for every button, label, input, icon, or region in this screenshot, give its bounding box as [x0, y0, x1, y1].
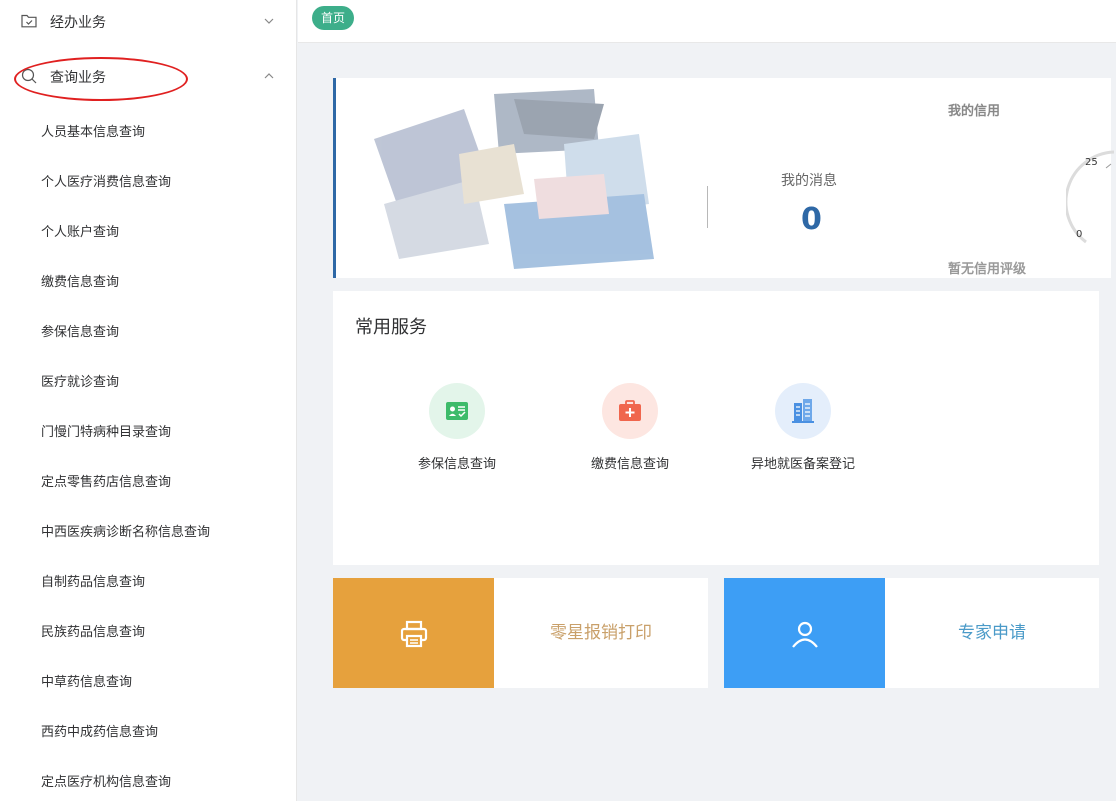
- credit-title: 我的信用: [948, 104, 1001, 119]
- tile-reimbursement-print[interactable]: 零星报销打印: [333, 578, 708, 688]
- sidebar-item-personal-account[interactable]: 个人账户查询: [0, 205, 296, 255]
- sidebar-item-medical-institutions[interactable]: 定点医疗机构信息查询: [0, 755, 296, 801]
- sidebar-item-medical-consumption[interactable]: 个人医疗消费信息查询: [0, 155, 296, 205]
- sidebar-item-personal-info[interactable]: 人员基本信息查询: [0, 105, 296, 155]
- tile-icon-block: [333, 578, 494, 688]
- sidebar-item-insurance-info[interactable]: 参保信息查询: [0, 305, 296, 355]
- gauge-tick-label: 0: [1076, 229, 1083, 240]
- sidebar-item-diagnosis-names[interactable]: 中西医疾病诊断名称信息查询: [0, 505, 296, 555]
- menu-group-query[interactable]: 查询业务: [0, 55, 297, 99]
- service-label: 缴费信息查询: [590, 457, 669, 472]
- sidebar-item-medical-visit[interactable]: 医疗就诊查询: [0, 355, 296, 405]
- divider: [707, 186, 708, 228]
- sidebar-item-self-made-drugs[interactable]: 自制药品信息查询: [0, 555, 296, 605]
- message-label[interactable]: 我的消息: [781, 170, 837, 190]
- tile-icon-block: [724, 578, 885, 688]
- building-icon: [775, 383, 831, 439]
- tile-expert-application[interactable]: 专家申请: [724, 578, 1099, 688]
- service-label: 参保信息查询: [417, 457, 496, 472]
- service-payment-query[interactable]: 缴费信息查询: [560, 383, 700, 483]
- menu-group-label: 经办业务: [50, 15, 106, 31]
- tab-home[interactable]: 首页: [312, 6, 355, 30]
- menu-group-label: 查询业务: [50, 70, 106, 86]
- sidebar-item-retail-pharmacy[interactable]: 定点零售药店信息查询: [0, 455, 296, 505]
- common-services-card: 常用服务 参保信息查询 缴费信息查询 异地就医备案登记: [333, 291, 1099, 565]
- sidebar-item-herbal-medicine[interactable]: 中草药信息查询: [0, 655, 296, 705]
- tile-label: 专家申请: [958, 623, 1026, 643]
- service-remote-medical-registration[interactable]: 异地就医备案登记: [733, 383, 873, 483]
- user-icon: [792, 621, 818, 648]
- folder-check-icon: [21, 14, 37, 28]
- insurance-card-icon: [429, 383, 485, 439]
- scribble-illustration: [374, 89, 654, 269]
- sidebar-item-western-medicine[interactable]: 西药中成药信息查询: [0, 705, 296, 755]
- sidebar: 经办业务 查询业务 人员基本信息查询 个人医疗消费信息查询 个人账户查询 缴费信…: [0, 0, 297, 801]
- sidebar-item-ethnic-drugs[interactable]: 民族药品信息查询: [0, 605, 296, 655]
- section-title: 常用服务: [355, 317, 427, 338]
- gauge-tick-label: 25: [1085, 157, 1098, 168]
- info-card: 我的消息 0 我的信用 暂无信用评级 25 0: [333, 78, 1114, 278]
- top-bar: 首页: [298, 0, 1116, 43]
- sidebar-item-payment-info[interactable]: 缴费信息查询: [0, 255, 296, 305]
- service-label: 异地就医备案登记: [750, 457, 855, 472]
- credit-status: 暂无信用评级: [948, 262, 1027, 277]
- service-insurance-query[interactable]: 参保信息查询: [387, 383, 527, 483]
- sidebar-item-chronic-disease[interactable]: 门慢门特病种目录查询: [0, 405, 296, 455]
- menu-group-handling[interactable]: 经办业务: [0, 0, 297, 44]
- search-icon: [21, 68, 37, 84]
- chevron-down-icon: [264, 18, 274, 24]
- tile-label: 零星报销打印: [550, 623, 652, 643]
- message-count[interactable]: 0: [801, 202, 822, 237]
- chevron-up-icon: [264, 73, 274, 79]
- printer-icon: [400, 620, 428, 648]
- medical-kit-icon: [602, 383, 658, 439]
